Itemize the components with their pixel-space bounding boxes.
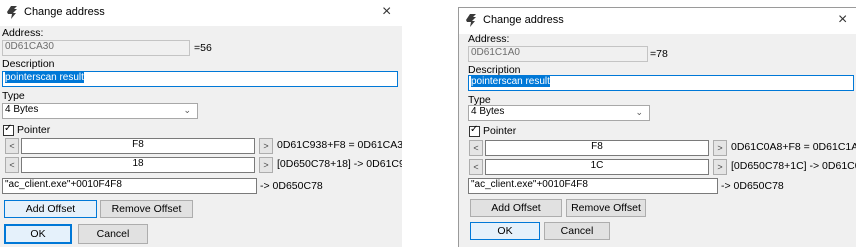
offset-1-increment-button[interactable]: > [259, 138, 273, 154]
title-bar: Change address × [0, 0, 402, 26]
title-bar: Change address × [459, 8, 856, 34]
offset-2-input[interactable]: 18 [21, 157, 255, 173]
type-select[interactable]: 4 Bytes ⌄ [2, 103, 198, 119]
offset-1-input[interactable]: F8 [21, 138, 255, 154]
offset-1-decrement-button[interactable]: < [469, 140, 483, 156]
address-result: =78 [650, 48, 668, 60]
description-input[interactable]: pointerscan result [468, 75, 854, 91]
offset-2-result: [0D650C78+18] -> 0D61C93 [277, 158, 402, 170]
description-selected-text: pointerscan result [5, 72, 84, 83]
offset-1-input[interactable]: F8 [485, 140, 709, 156]
address-field: 0D61C1A0 [468, 46, 648, 62]
offset-1-result: 0D61C938+F8 = 0D61CA30 [277, 139, 402, 151]
description-input[interactable]: pointerscan result [2, 71, 398, 87]
offset-2-result: [0D650C78+1C] -> 0D61C0A [731, 160, 856, 172]
change-address-dialog-left: Change address × Address: 0D61CA30 =56 D… [0, 0, 402, 247]
pointer-checkbox[interactable] [469, 124, 480, 137]
base-address-result: -> 0D650C78 [260, 180, 323, 192]
close-icon[interactable]: × [838, 11, 847, 29]
address-label: Address: [468, 33, 510, 45]
remove-offset-button[interactable]: Remove Offset [566, 199, 646, 217]
ok-button[interactable]: OK [470, 222, 540, 240]
base-address-result: -> 0D650C78 [721, 180, 784, 192]
address-result: =56 [194, 42, 212, 54]
description-label: Description [2, 58, 55, 70]
base-address-input[interactable]: "ac_client.exe"+0010F4F8 [468, 178, 718, 194]
address-label: Address: [2, 27, 44, 39]
offset-2-increment-button[interactable]: > [713, 159, 727, 175]
dialog-title: Change address [483, 14, 564, 26]
offset-1-result: 0D61C0A8+F8 = 0D61C1A0 [731, 141, 856, 153]
dialog-title: Change address [24, 6, 105, 18]
add-offset-button[interactable]: Add Offset [4, 200, 97, 218]
type-select-value: 4 Bytes [5, 104, 39, 115]
offset-1-increment-button[interactable]: > [713, 140, 727, 156]
offset-2-decrement-button[interactable]: < [5, 157, 19, 173]
description-selected-text: pointerscan result [471, 76, 550, 87]
offset-2-decrement-button[interactable]: < [469, 159, 483, 175]
close-icon[interactable]: × [382, 3, 391, 21]
offset-2-input[interactable]: 1C [485, 159, 709, 175]
chevron-down-icon: ⌄ [635, 107, 643, 117]
pointer-label: Pointer [483, 125, 517, 137]
cancel-button[interactable]: Cancel [78, 224, 148, 244]
offset-1-decrement-button[interactable]: < [5, 138, 19, 154]
cheat-engine-logo-icon [466, 14, 476, 27]
change-address-dialog-right: Change address × Address: 0D61C1A0 =78 D… [458, 7, 856, 247]
pointer-label: Pointer [17, 124, 51, 136]
address-field: 0D61CA30 [2, 40, 190, 56]
base-address-input[interactable]: "ac_client.exe"+0010F4F8 [2, 178, 257, 194]
chevron-down-icon: ⌄ [183, 105, 191, 115]
cancel-button[interactable]: Cancel [544, 222, 610, 240]
type-label: Type [2, 90, 25, 102]
cheat-engine-logo-icon [7, 6, 17, 19]
add-offset-button[interactable]: Add Offset [470, 199, 562, 217]
remove-offset-button[interactable]: Remove Offset [100, 200, 193, 218]
offset-2-increment-button[interactable]: > [259, 157, 273, 173]
pointer-checkbox[interactable] [3, 123, 14, 136]
type-select[interactable]: 4 Bytes ⌄ [468, 105, 650, 121]
type-select-value: 4 Bytes [471, 106, 505, 117]
ok-button[interactable]: OK [4, 224, 72, 244]
